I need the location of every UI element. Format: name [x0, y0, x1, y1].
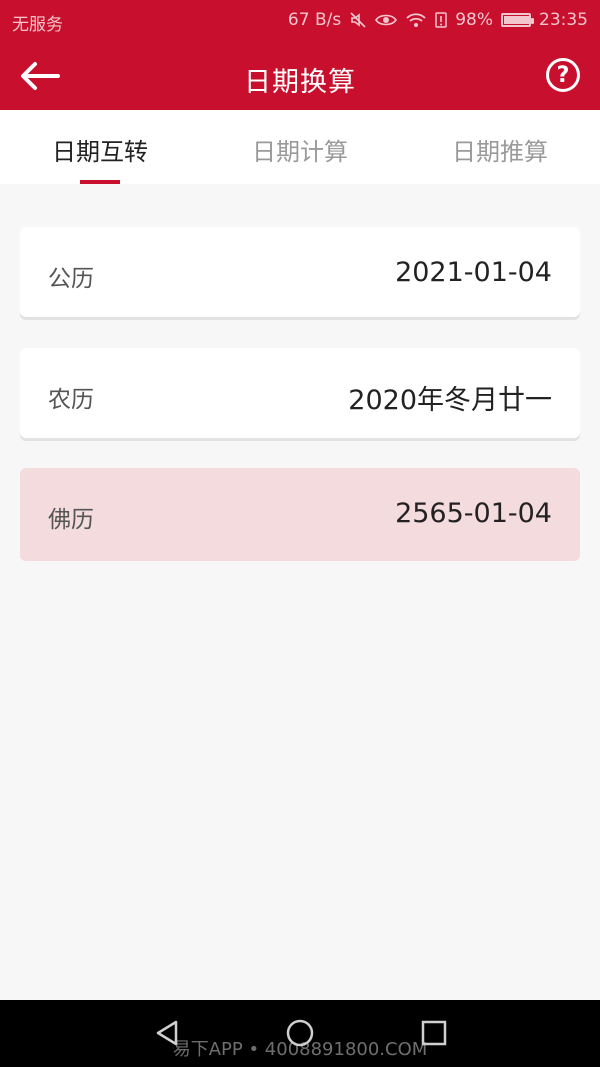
- clock: 23:35: [539, 10, 588, 30]
- lunar-value: 2020年冬月廿一: [348, 385, 552, 416]
- system-nav-bar: 易下APP • 4008891800.COM: [0, 1000, 600, 1067]
- network-speed: 67 B/s: [287, 10, 342, 30]
- tab-date-infer[interactable]: 日期推算: [400, 132, 600, 167]
- buddhist-value: 2565-01-04: [395, 498, 552, 529]
- battery-fill: [504, 16, 530, 24]
- status-icons: 67 B/s 98% 23:35: [288, 10, 588, 30]
- lunar-date-card[interactable]: 农历 2020年冬月廿一: [20, 348, 580, 438]
- carrier-text: 无服务: [12, 15, 63, 35]
- help-button[interactable]: ?: [546, 58, 580, 92]
- help-circle-icon: ?: [556, 62, 570, 88]
- battery-icon: [501, 13, 534, 27]
- watermark-text: 易下APP • 4008891800.COM: [172, 1039, 428, 1060]
- battery-percent: 98%: [455, 10, 493, 30]
- eye-icon: [375, 12, 398, 28]
- tab-date-calculate[interactable]: 日期计算: [200, 132, 400, 167]
- tab-bar: 日期互转 日期计算 日期推算: [0, 110, 600, 184]
- lunar-label: 农历: [48, 387, 94, 413]
- gregorian-label: 公历: [48, 266, 94, 292]
- status-bar: 无服务 67 B/s 98% 23:35: [0, 0, 600, 42]
- gregorian-date-card[interactable]: 公历 2021-01-04: [20, 227, 580, 317]
- buddhist-label: 佛历: [48, 507, 94, 533]
- tab-date-convert[interactable]: 日期互转: [0, 132, 200, 167]
- app-bar: 日期换算 ?: [0, 42, 600, 110]
- gregorian-value: 2021-01-04: [395, 257, 552, 288]
- page-title: 日期换算: [244, 67, 356, 98]
- sim-alert-icon: [435, 12, 447, 28]
- mute-icon: [349, 11, 367, 29]
- wifi-icon: [405, 12, 427, 28]
- buddhist-date-card[interactable]: 佛历 2565-01-04: [20, 468, 580, 561]
- active-tab-indicator: [80, 180, 120, 184]
